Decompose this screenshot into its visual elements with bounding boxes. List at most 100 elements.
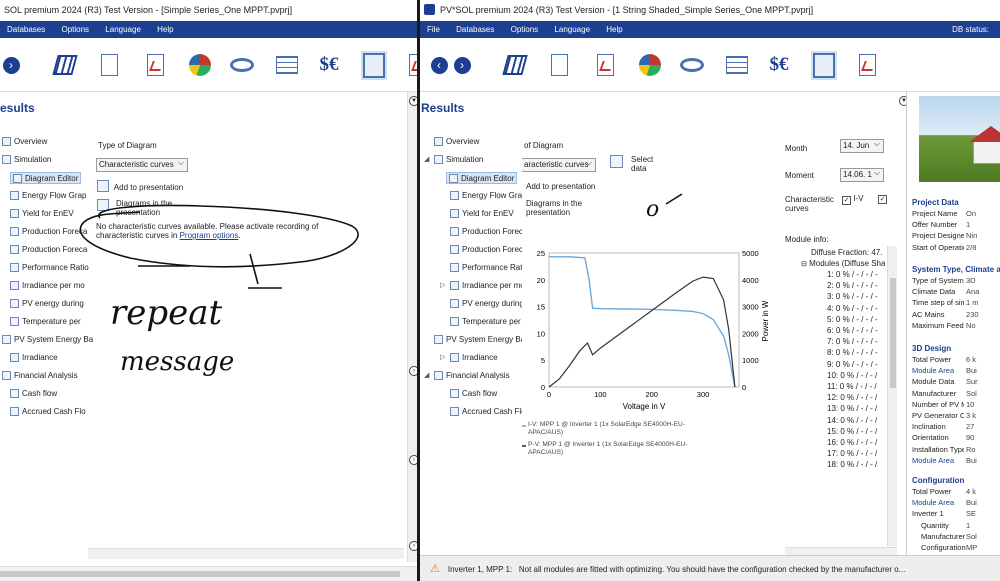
module-row[interactable]: 1: 0 % / - / - / - — [827, 270, 878, 279]
financial-button[interactable]: $€ — [766, 52, 792, 78]
cables-button[interactable] — [229, 52, 255, 78]
tree-production-forecast-1[interactable]: Production Foreca — [450, 226, 522, 238]
select-data-button[interactable]: Select data — [610, 155, 653, 173]
tree-pv-energy[interactable]: PV energy during — [450, 298, 522, 310]
module-row[interactable]: 2: 0 % / - / - / - — [827, 281, 878, 290]
module-row[interactable]: 14: 0 % / - / - / — [827, 416, 877, 425]
overview-icon — [2, 137, 11, 146]
tree-simulation[interactable]: Simulation — [2, 154, 51, 166]
plans-button[interactable] — [724, 52, 750, 78]
modules-node[interactable]: ⊟ Modules (Diffuse Sha — [801, 259, 885, 268]
module-row[interactable]: 9: 0 % / - / - / - — [827, 360, 878, 369]
module-row[interactable]: 8: 0 % / - / - / - — [827, 348, 878, 357]
panel-key: Module Data — [912, 377, 955, 387]
tree-accrued-cash-flow[interactable]: Accrued Cash Flo — [10, 406, 86, 418]
status-scrollbar[interactable] — [0, 566, 417, 581]
diagrams-presentation-button[interactable]: Diagrams in the presentation — [526, 199, 606, 217]
menu-options[interactable]: Options — [61, 25, 89, 34]
menu-language[interactable]: Language — [105, 25, 141, 34]
module-row[interactable]: 7: 0 % / - / - / - — [827, 337, 878, 346]
edit-document-button[interactable] — [592, 52, 618, 78]
tree-irradiance-month[interactable]: ▷ Irradiance per mo — [440, 280, 522, 292]
financial-button[interactable]: $€ — [316, 52, 342, 78]
module-scrollbar[interactable] — [887, 246, 897, 546]
tree-overview[interactable]: Overview — [434, 136, 479, 148]
scroll-thumb[interactable] — [890, 278, 896, 388]
menu-help[interactable]: Help — [157, 25, 173, 34]
cables-button[interactable] — [679, 52, 705, 78]
consumption-button[interactable] — [637, 52, 663, 78]
new-project-button[interactable] — [546, 52, 572, 78]
tree-simulation[interactable]: ◢ Simulation — [424, 154, 483, 166]
module-row[interactable]: 6: 0 % / - / - / - — [827, 326, 878, 335]
tree-production-forecast-2[interactable]: Production Foreca — [450, 244, 522, 256]
moment-select[interactable]: 14.06. 1 — [840, 168, 884, 182]
iv-checkbox[interactable]: ✓ I-V — [842, 194, 863, 205]
pv-checkbox[interactable]: ✓ — [878, 194, 887, 204]
module-row[interactable]: 16: 0 % / - / - / — [827, 438, 877, 447]
module-row[interactable]: 3: 0 % / - / - / - — [827, 292, 878, 301]
tree-diagram-editor[interactable]: Diagram Editor — [10, 172, 82, 184]
menu-options[interactable]: Options — [511, 25, 539, 34]
horizontal-scrollbar[interactable] — [88, 548, 404, 559]
system-type-button[interactable] — [502, 52, 528, 78]
collapse-side-icon-2[interactable]: › — [409, 455, 417, 465]
plans-button[interactable] — [274, 52, 300, 78]
forward-button[interactable]: › — [0, 52, 24, 78]
module-row[interactable]: 17: 0 % / - / - / — [827, 449, 877, 458]
system-type-button[interactable] — [52, 52, 78, 78]
tree-irradiance[interactable]: ▷ Irradiance — [440, 352, 498, 364]
tree-energy-flow[interactable]: Energy Flow Grap — [450, 190, 522, 202]
report-button[interactable] — [854, 52, 880, 78]
menu-help[interactable]: Help — [606, 25, 622, 34]
module-row[interactable]: 15: 0 % / - / - / — [827, 427, 877, 436]
new-project-button[interactable] — [96, 52, 122, 78]
collapse-side-icon[interactable]: › — [409, 366, 417, 376]
window-title: SOL premium 2024 (R3) Test Version - [Si… — [4, 5, 293, 15]
tree-cash-flow[interactable]: Cash flow — [10, 388, 57, 400]
consumption-button[interactable] — [187, 52, 213, 78]
panel-value: 2/8 — [966, 242, 977, 252]
panel-value: 3 k — [966, 411, 977, 420]
module-row[interactable]: 13: 0 % / - / - / — [827, 404, 877, 413]
results-button[interactable] — [811, 52, 837, 78]
tree-accrued-cash-flow[interactable]: Accrued Cash Flo — [450, 406, 522, 418]
menu-databases[interactable]: Databases — [456, 25, 494, 34]
panel-value: 4 k — [966, 487, 977, 496]
module-row[interactable]: 5: 0 % / - / - / - — [827, 315, 878, 324]
diagram-type-select[interactable]: Characteristic curves — [96, 158, 188, 172]
diagram-type-select[interactable]: aracteristic curves — [522, 158, 596, 172]
results-button[interactable] — [361, 52, 387, 78]
tree-cash-flow[interactable]: Cash flow — [450, 388, 497, 400]
type-of-diagram-label: of Diagram — [524, 141, 564, 150]
scroll-thumb[interactable] — [0, 571, 400, 577]
tree-financial-analysis[interactable]: ◢ Financial Analysis — [424, 370, 510, 382]
collapse-up-icon[interactable]: ▼ — [409, 96, 417, 106]
menu-language[interactable]: Language — [554, 25, 590, 34]
module-row[interactable]: 11: 0 % / - / - / — [827, 382, 877, 391]
tree-diagram-editor[interactable]: Diagram Editor — [446, 172, 518, 184]
module-row[interactable]: 12: 0 % / - / - / — [827, 393, 877, 402]
tree-temperature[interactable]: Temperature per — [450, 316, 521, 328]
module-row[interactable]: 18: 0 % / - / - / — [827, 460, 877, 469]
add-presentation-button[interactable]: Add to presentation — [526, 182, 595, 191]
tree-pv-system-energy[interactable]: PV System Energy Ba — [434, 334, 522, 346]
chart-icon — [450, 281, 459, 290]
month-select[interactable]: 14. Jun — [840, 139, 884, 153]
add-presentation-button[interactable]: Add to presentation — [97, 180, 183, 192]
report-button[interactable] — [404, 52, 417, 78]
forward-button[interactable]: › — [449, 52, 475, 78]
tree-overview[interactable]: Overview — [2, 136, 47, 148]
menu-file[interactable]: File — [427, 25, 440, 34]
collapse-side-icon-3[interactable]: › — [409, 541, 417, 551]
module-hscrollbar[interactable] — [785, 547, 897, 555]
panel-key: Orientation — [912, 433, 949, 443]
tree-performance-ratio[interactable]: Performance Ratio — [450, 262, 522, 274]
module-row[interactable]: 10: 0 % / - / - / — [827, 371, 877, 380]
vertical-scrollbar[interactable] — [407, 92, 417, 562]
tree-yield-enev[interactable]: Yield for EnEV — [450, 208, 514, 220]
menu-databases[interactable]: Databases — [7, 25, 45, 34]
edit-document-button[interactable] — [142, 52, 168, 78]
module-row[interactable]: 4: 0 % / - / - / - — [827, 304, 878, 313]
results-tree: Overview ◢ Simulation Diagram Editor Ener… — [420, 136, 522, 426]
